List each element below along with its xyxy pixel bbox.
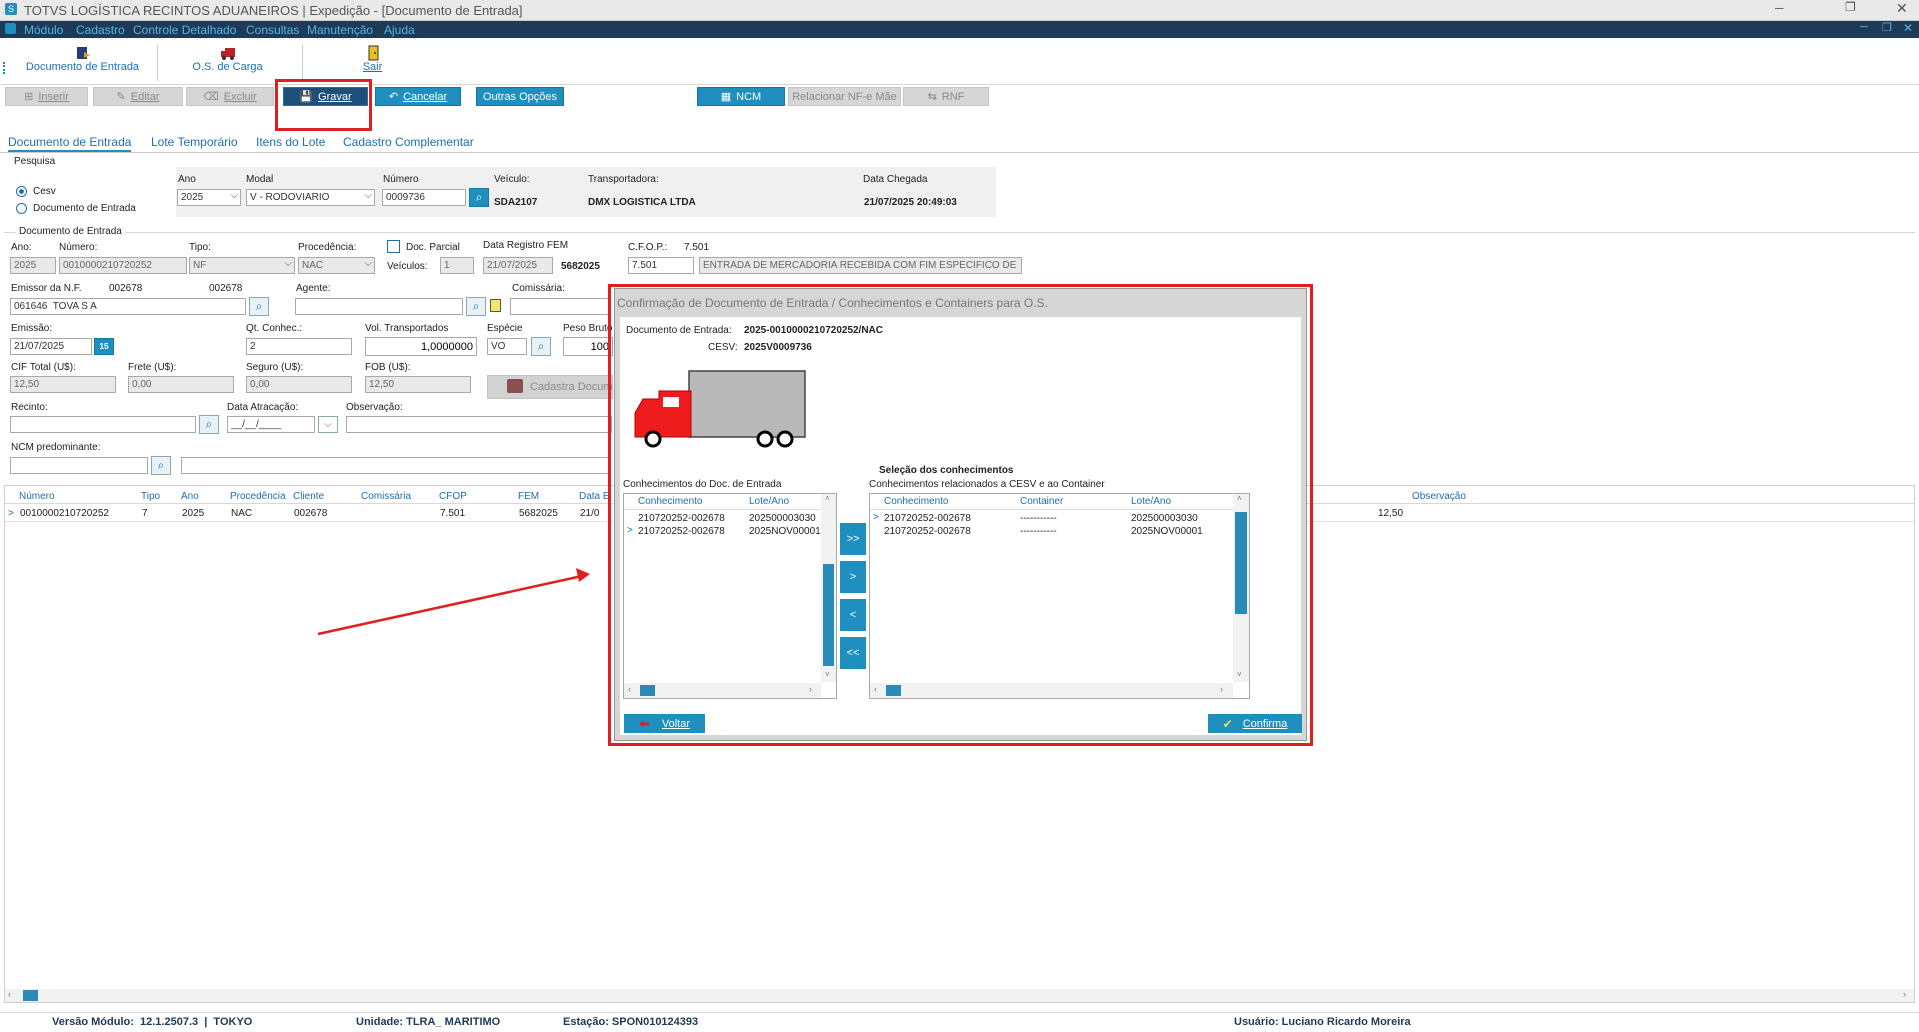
dialog-title: Confirmação de Documento de Entrada / Co… [617, 296, 1048, 310]
move-left-label: < [849, 609, 857, 621]
list-item[interactable]: 2025NOV00001 [749, 526, 821, 537]
dialog-cesv-label: CESV: [708, 342, 738, 353]
scroll-thumb[interactable] [1235, 512, 1247, 614]
list-item[interactable]: ----------- [1020, 513, 1057, 524]
status-versao: Versão Módulo: 12.1.2507.3 | TOKYO [52, 1016, 253, 1028]
scroll-left-icon[interactable]: ‹ [628, 684, 631, 694]
left-list-title: Conhecimentos do Doc. de Entrada [623, 479, 782, 490]
back-arrow-icon: ⬅ [638, 715, 650, 731]
scroll-up-icon[interactable]: ˄ [1237, 494, 1242, 503]
status-usuario: Usuário: Luciano Ricardo Moreira [1234, 1016, 1411, 1028]
dialog-doc-value: 2025-0010000210720252/NAC [744, 325, 884, 336]
right-col-lote[interactable]: Lote/Ano [1131, 496, 1171, 507]
scroll-down-icon[interactable]: ˅ [825, 670, 830, 679]
confirm-check-icon: ✔ [1222, 716, 1233, 731]
right-header-line [870, 509, 1233, 510]
confirma-label: Confirma [1242, 717, 1288, 730]
move-all-left-label: << [846, 647, 860, 659]
move-all-right-button[interactable]: >> [840, 523, 866, 555]
list-item[interactable]: 210720252-002678 [638, 526, 725, 537]
scroll-thumb[interactable] [823, 564, 834, 666]
right-list[interactable]: Conhecimento Container Lote/Ano > 210720… [869, 493, 1250, 699]
scroll-thumb[interactable] [886, 685, 901, 696]
list-item[interactable]: 210720252-002678 [638, 513, 725, 524]
truck-illustration [634, 370, 806, 448]
list-item[interactable]: 202500003030 [749, 513, 816, 524]
confirmation-dialog: Confirmação de Documento de Entrada / Co… [614, 288, 1307, 741]
left-vscrollbar[interactable]: ˄ ˅ [821, 494, 836, 682]
status-bar: Versão Módulo: 12.1.2507.3 | TOKYO Unida… [0, 1012, 1919, 1032]
confirma-button[interactable]: ✔ Confirma [1208, 714, 1302, 733]
left-col-lote[interactable]: Lote/Ano [749, 496, 789, 507]
move-all-right-label: >> [846, 533, 860, 545]
scroll-thumb[interactable] [640, 685, 655, 696]
arrowhead-dialog [576, 568, 590, 582]
dialog-doc-label: Documento de Entrada: [626, 325, 732, 336]
list-item[interactable]: 202500003030 [1131, 513, 1198, 524]
left-list[interactable]: Conhecimento Lote/Ano 210720252-002678 2… [623, 493, 837, 699]
right-hscrollbar[interactable]: ‹ › [870, 683, 1233, 698]
selecao-title: Seleção dos conhecimentos [879, 465, 1014, 476]
move-right-label: > [849, 571, 857, 583]
status-unidade: Unidade: TLRA_ MARITIMO [356, 1016, 501, 1028]
list-item[interactable]: ----------- [1020, 526, 1057, 537]
move-all-left-button[interactable]: << [840, 637, 866, 669]
move-right-button[interactable]: > [840, 561, 866, 593]
right-col-conhecimento[interactable]: Conhecimento [884, 496, 948, 507]
voltar-button[interactable]: ⬅ Voltar [624, 714, 705, 733]
row-indicator-icon: > [627, 525, 633, 536]
scroll-right-icon[interactable]: › [809, 684, 812, 694]
row-indicator-icon: > [873, 512, 879, 523]
list-item[interactable]: 210720252-002678 [884, 513, 971, 524]
status-estacao: Estação: SPON010124393 [563, 1016, 699, 1028]
scroll-left-icon[interactable]: ‹ [874, 684, 877, 694]
scroll-down-icon[interactable]: ˅ [1237, 670, 1242, 679]
voltar-label: Voltar [661, 717, 691, 730]
arrow-to-dialog [317, 574, 583, 636]
right-col-container[interactable]: Container [1020, 496, 1063, 507]
left-col-conhecimento[interactable]: Conhecimento [638, 496, 702, 507]
left-header-line [624, 509, 820, 510]
move-left-button[interactable]: < [840, 599, 866, 631]
left-hscrollbar[interactable]: ‹ › [624, 683, 821, 698]
scroll-up-icon[interactable]: ˄ [825, 494, 830, 503]
dialog-cesv-value: 2025V0009736 [744, 342, 812, 353]
right-vscrollbar[interactable]: ˄ ˅ [1233, 494, 1249, 682]
dialog-body: Documento de Entrada: 2025-0010000210720… [620, 317, 1302, 735]
list-item[interactable]: 2025NOV00001 [1131, 526, 1203, 537]
right-list-title: Conhecimentos relacionados a CESV e ao C… [869, 479, 1105, 490]
scroll-right-icon[interactable]: › [1220, 684, 1223, 694]
list-item[interactable]: 210720252-002678 [884, 526, 971, 537]
